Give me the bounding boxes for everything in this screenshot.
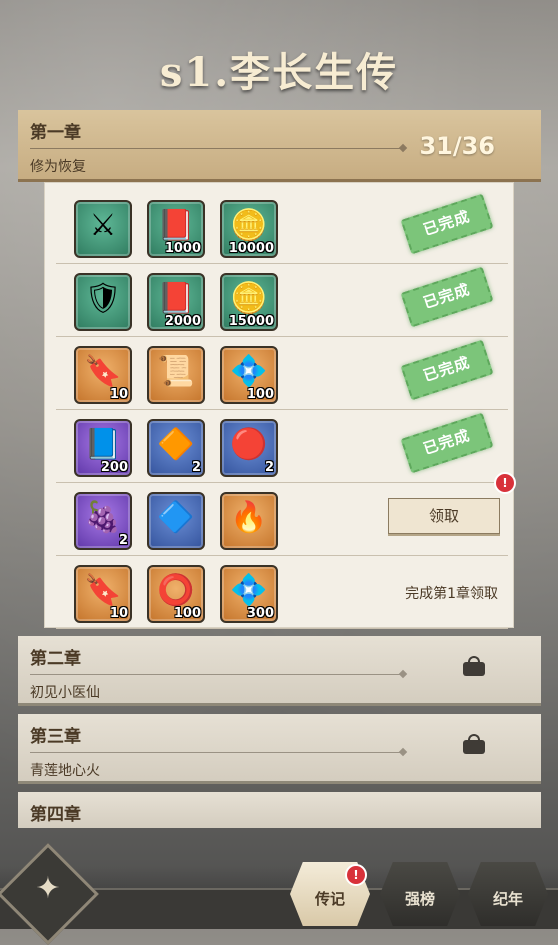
item-count: 100 [173,606,201,621]
reward-row: 🛡 📕 2000 🪙 15000 已完成 [56,263,508,337]
tab-label: 强榜 [404,890,435,908]
alert-badge: ! [345,864,367,886]
reward-row: 🔖 10 ⭕ 100 💠 300 完成第1章领取 [56,555,508,629]
item-icon: 💠 [230,354,268,389]
item-count: 300 [246,606,274,621]
divider [30,148,402,149]
chapter-4-header[interactable]: 第四章 [18,792,541,828]
reward-item[interactable]: 💠 100 [220,346,278,404]
tab-label: 纪年 [492,890,523,908]
item-icon: 💠 [230,573,268,608]
reward-item[interactable]: 🔶 2 [147,419,205,477]
item-icon: 🔖 [84,573,122,608]
reward-item[interactable]: 💠 300 [220,565,278,623]
lock-icon [463,734,485,754]
reward-row: 📘 200 🔶 2 🔴 2 已完成 [56,409,508,483]
item-count: 2 [118,533,128,548]
chapter-progress: 31/36 [419,132,495,160]
compass-icon: ✦ [35,871,61,906]
item-count: 100 [246,387,274,402]
item-count: 10000 [228,241,274,256]
item-count: 10 [109,387,128,402]
item-count: 2 [191,460,201,475]
reward-item[interactable]: 📕 2000 [147,273,205,331]
reward-item[interactable]: 🔷 [147,492,205,550]
tab-chronicle[interactable]: 纪年 [468,862,548,926]
reward-item[interactable]: 📕 1000 [147,200,205,258]
completed-stamp: 已完成 [400,339,494,401]
chapter-title: 第二章 [30,649,81,669]
item-count: 2 [264,460,274,475]
chapter-subtitle: 初见小医仙 [30,685,100,701]
chapter-3-header[interactable]: 第三章 青莲地心火 [18,714,541,784]
item-icon: 🔖 [84,354,122,389]
reward-item[interactable]: 🔥 [220,492,278,550]
reward-item[interactable]: 🪙 10000 [220,200,278,258]
item-icon: 🪙 [230,281,268,316]
item-icon: 📜 [157,354,195,389]
reward-item[interactable]: 🍇 2 [74,492,132,550]
chapter-title: 第三章 [30,727,81,747]
item-count: 15000 [228,314,274,329]
chapter-1-header[interactable]: 第一章 修为恢复 31/36 [18,110,541,182]
reward-item[interactable]: 🛡 [74,273,132,331]
item-icon: 🛡 [83,281,123,316]
completed-stamp: 已完成 [400,412,494,474]
reward-item[interactable]: 🔴 2 [220,419,278,477]
item-icon: 🔷 [157,500,195,535]
item-icon: 🔶 [157,427,195,462]
reward-item[interactable]: 🪙 15000 [220,273,278,331]
item-icon: 📕 [157,281,195,316]
item-count: 200 [100,460,128,475]
chapter-subtitle: 青莲地心火 [30,763,100,779]
claim-button[interactable]: 领取 [388,498,500,534]
chapter-title: 第四章 [30,805,81,825]
item-icon: 🍇 [84,500,122,535]
item-count: 10 [109,606,128,621]
tab-label: 传记 [314,890,345,908]
chapter-subtitle: 修为恢复 [30,159,86,175]
item-count: 1000 [164,241,201,256]
reward-item[interactable]: ⭕ 100 [147,565,205,623]
reward-list[interactable]: ⚔ 📕 1000 🪙 10000 已完成 🛡 📕 2000 🪙 15000 已完成 🔖 10 📜 💠 100 已完… [44,182,516,629]
chapter-2-header[interactable]: 第二章 初见小医仙 [18,636,541,706]
reward-row: 🍇 2 🔷 🔥 领取! [56,472,516,556]
divider [30,752,402,753]
alert-badge: ! [494,472,516,494]
item-icon: 🪙 [230,208,268,243]
divider [30,674,402,675]
reward-item[interactable]: 📜 [147,346,205,404]
chapter-title: 第一章 [30,123,81,143]
item-icon: 🔥 [230,500,268,535]
completed-stamp: 已完成 [400,266,494,328]
item-icon: ⚔ [89,208,117,243]
reward-item[interactable]: ⚔ [74,200,132,258]
reward-item[interactable]: 📘 200 [74,419,132,477]
tab-ranking[interactable]: 强榜 [380,862,460,926]
completed-stamp: 已完成 [400,193,494,255]
item-icon: 🔴 [230,427,268,462]
claim-requirement: 完成第1章领取 [405,586,498,602]
reward-row: 🔖 10 📜 💠 100 已完成 [56,336,508,410]
item-icon: ⭕ [157,573,195,608]
lock-icon [463,656,485,676]
page-title: s1.李长生传 [159,49,399,96]
item-icon: 📘 [84,427,122,462]
reward-row: ⚔ 📕 1000 🪙 10000 已完成 [56,190,508,264]
item-count: 2000 [164,314,201,329]
reward-item[interactable]: 🔖 10 [74,346,132,404]
item-icon: 📕 [157,208,195,243]
reward-item[interactable]: 🔖 10 [74,565,132,623]
